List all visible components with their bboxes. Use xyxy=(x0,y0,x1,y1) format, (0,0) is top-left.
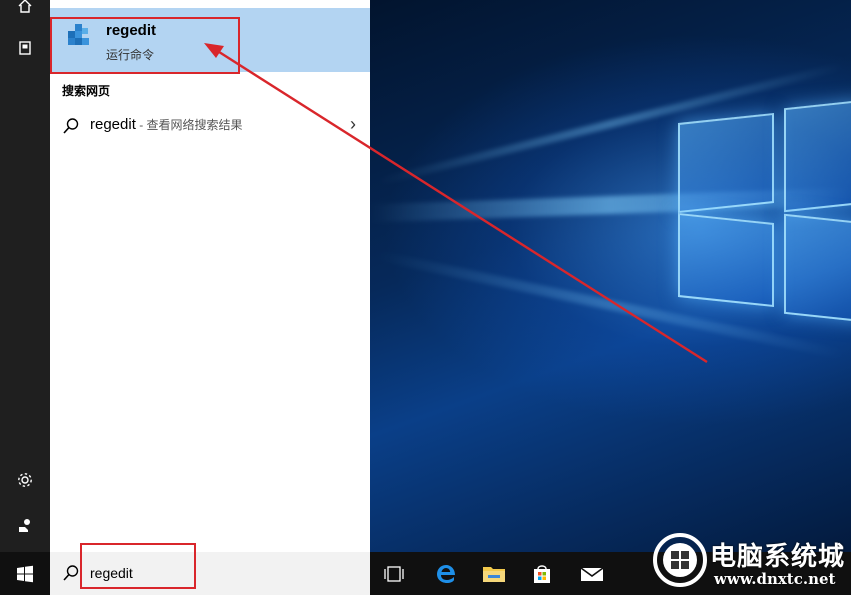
watermark-url: www.dnxtc.net xyxy=(714,570,836,588)
annotation-arrow xyxy=(204,43,708,364)
watermark: 电脑系统城 www.dnxtc.net xyxy=(650,530,851,595)
watermark-brand: 电脑系统城 xyxy=(710,541,846,571)
watermark-logo-icon xyxy=(653,533,707,587)
